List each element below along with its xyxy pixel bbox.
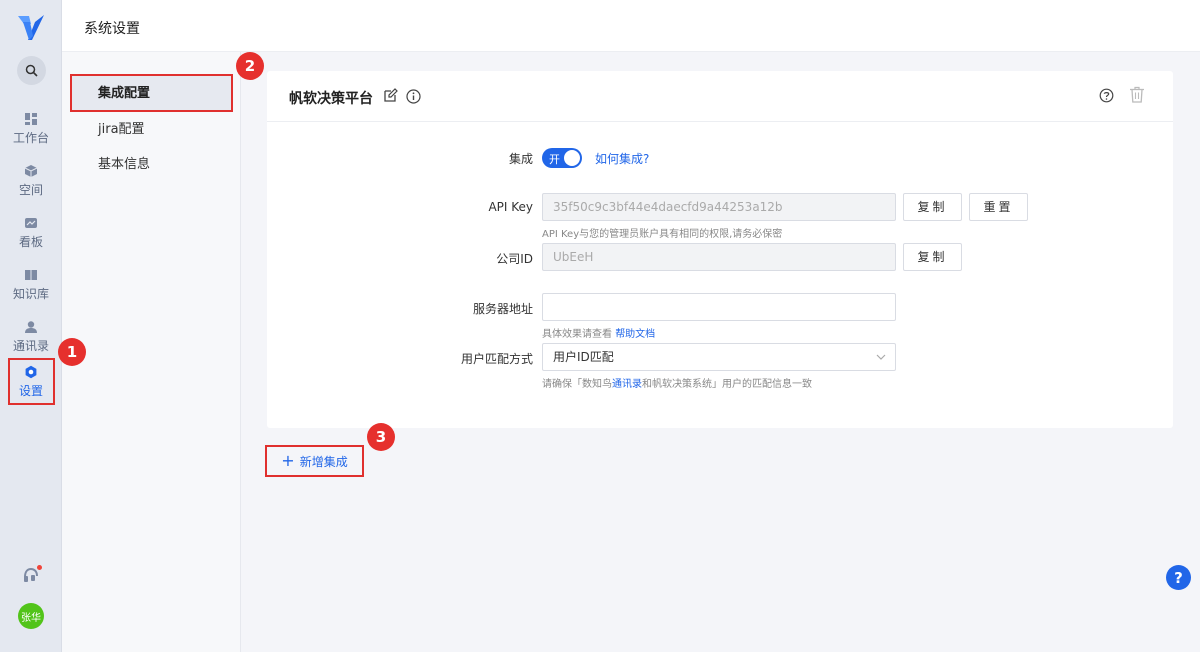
user-match-value: 用户ID匹配 xyxy=(553,350,614,364)
hint-text: 具体效果请查看 xyxy=(542,329,612,340)
api-key-field[interactable]: 35f50c9c3bf44e4daecfd9a44253a12b xyxy=(542,193,896,221)
rail-item-label: 通讯录 xyxy=(12,339,49,353)
step-marker-2: 2 xyxy=(236,52,264,80)
server-address-label: 服务器地址 xyxy=(472,302,533,316)
user-match-hint: 请确保「数知鸟通讯录和帆软决策系统」用户的匹配信息一致 xyxy=(542,375,812,390)
settings-subnav: 集成配置 jira配置 基本信息 xyxy=(62,52,241,652)
question-icon[interactable] xyxy=(1099,88,1114,103)
rail-item-contacts[interactable]: 通讯录 xyxy=(0,314,62,360)
toggle-knob xyxy=(564,150,580,166)
add-integration-label: 新增集成 xyxy=(299,454,348,469)
server-address-input[interactable] xyxy=(542,293,896,321)
avatar[interactable]: 张华 xyxy=(18,603,44,629)
add-integration-button[interactable]: + 新增集成 xyxy=(265,445,364,477)
step-marker-3: 3 xyxy=(367,423,395,451)
integration-highlight-box xyxy=(70,74,233,112)
copy-company-id-button[interactable]: 复制 xyxy=(903,243,962,271)
copy-api-key-button[interactable]: 复制 xyxy=(903,193,962,221)
server-address-hint: 具体效果请查看 帮助文档 xyxy=(542,325,655,340)
integration-toggle[interactable]: 开 xyxy=(542,148,582,168)
global-search-button[interactable] xyxy=(17,56,46,85)
hint-text: 请确保「数知鸟 xyxy=(542,379,612,390)
user-match-label: 用户匹配方式 xyxy=(460,352,533,366)
api-key-hint: API Key与您的管理员账户具有相同的权限,请务必保密 xyxy=(542,229,783,240)
edit-icon[interactable] xyxy=(383,88,398,103)
hint-text: 和帆软决策系统」用户的匹配信息一致 xyxy=(642,379,812,390)
settings-highlight-box xyxy=(8,358,55,405)
left-rail: 工作台 空间 看板 知识库 通讯录 设置 张华 xyxy=(0,0,62,652)
cube-icon xyxy=(24,165,38,177)
api-key-label: API Key xyxy=(488,200,533,214)
info-icon[interactable] xyxy=(406,89,421,104)
book-icon xyxy=(25,270,37,280)
integration-label: 集成 xyxy=(508,152,533,166)
chevron-down-icon xyxy=(876,354,886,360)
dashboard-icon xyxy=(25,113,37,125)
page-title: 系统设置 xyxy=(84,21,140,37)
app-logo-icon[interactable] xyxy=(16,12,46,42)
help-doc-link[interactable]: 帮助文档 xyxy=(615,329,655,340)
rail-item-label: 工作台 xyxy=(12,131,49,145)
board-icon xyxy=(25,218,37,228)
notification-dot xyxy=(37,565,42,570)
subnav-item-basic-info[interactable]: 基本信息 xyxy=(70,147,232,183)
card-header: 帆软决策平台 xyxy=(267,71,1173,122)
card-title: 帆软决策平台 xyxy=(289,91,373,107)
rail-item-knowledge[interactable]: 知识库 xyxy=(0,262,62,308)
toggle-text: 开 xyxy=(549,153,560,166)
subnav-item-jira[interactable]: jira配置 xyxy=(70,112,232,148)
company-id-label: 公司ID xyxy=(496,252,533,266)
floating-help-button[interactable]: ? xyxy=(1166,565,1191,590)
how-to-integrate-link[interactable]: 如何集成? xyxy=(595,150,649,167)
user-match-select[interactable]: 用户ID匹配 xyxy=(542,343,896,371)
contacts-icon xyxy=(25,321,37,333)
company-id-field[interactable]: UbEeH xyxy=(542,243,896,271)
rail-item-workbench[interactable]: 工作台 xyxy=(0,106,62,152)
rail-item-space[interactable]: 空间 xyxy=(0,158,62,204)
rail-item-board[interactable]: 看板 xyxy=(0,210,62,256)
plus-icon: + xyxy=(281,451,295,470)
rail-item-label: 知识库 xyxy=(12,287,49,301)
contacts-link[interactable]: 通讯录 xyxy=(612,379,642,390)
reset-api-key-button[interactable]: 重置 xyxy=(969,193,1028,221)
rail-item-label: 看板 xyxy=(18,235,43,249)
rail-item-label: 空间 xyxy=(18,183,43,197)
trash-icon[interactable] xyxy=(1129,86,1145,103)
search-icon xyxy=(25,64,38,77)
page-header: 系统设置 xyxy=(62,0,1200,52)
step-marker-1: 1 xyxy=(58,338,86,366)
